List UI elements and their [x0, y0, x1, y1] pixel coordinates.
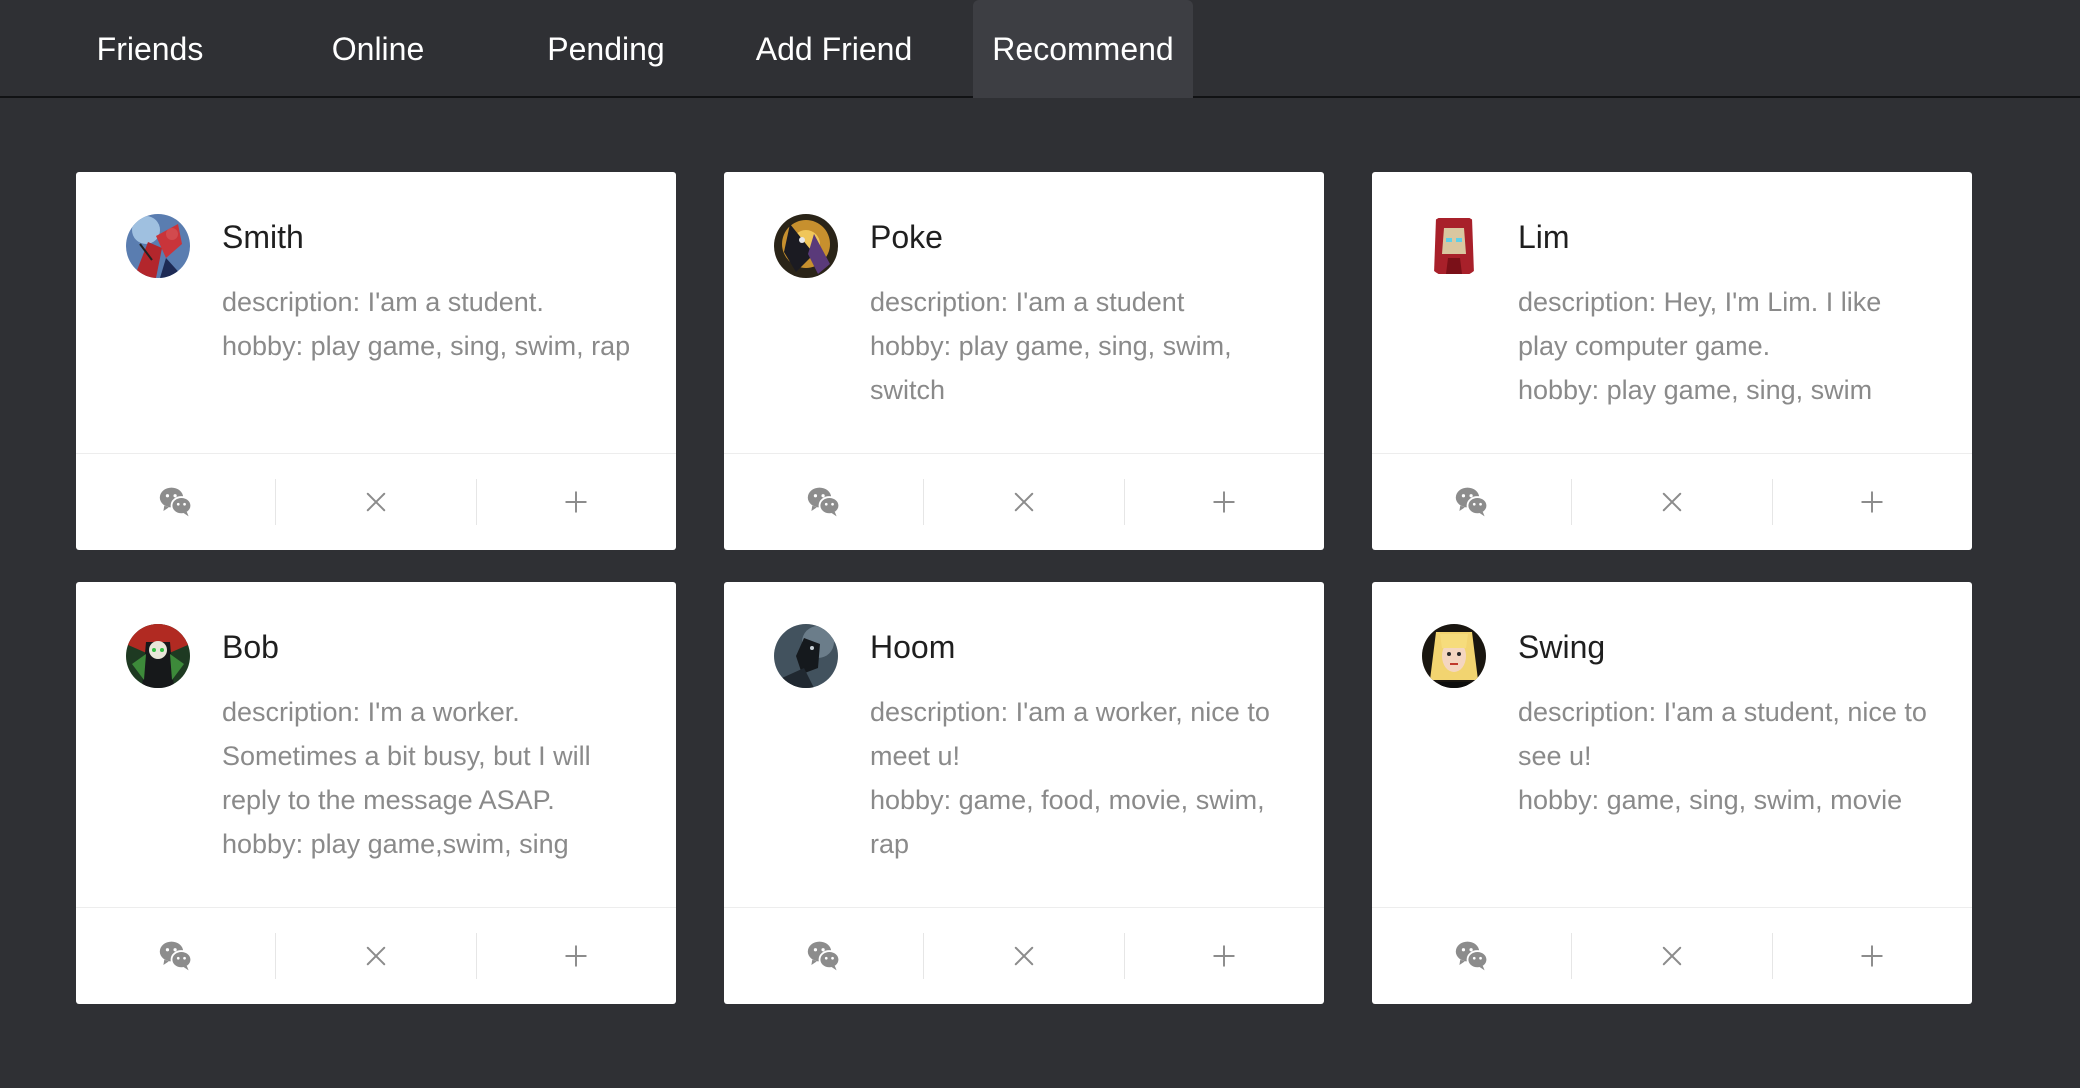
friend-card-swing: Swing description: I'am a student, nice …	[1372, 582, 1972, 1004]
friend-hobby: hobby: game, food, movie, swim, rap	[870, 785, 1265, 859]
add-friend-button[interactable]	[1773, 908, 1972, 1004]
card-actions	[724, 907, 1324, 1004]
add-friend-button[interactable]	[477, 454, 676, 550]
avatar-swing[interactable]	[1422, 624, 1486, 688]
friend-info: description: I'am a student. hobby: play…	[222, 280, 642, 368]
add-friend-button[interactable]	[1125, 908, 1324, 1004]
friend-name: Lim	[1518, 219, 1570, 255]
avatar-poke[interactable]	[774, 214, 838, 278]
plus-icon	[1209, 487, 1239, 517]
friend-card-bob: Bob description: I'm a worker. Sometimes…	[76, 582, 676, 1004]
add-friend-button[interactable]	[1773, 454, 1972, 550]
close-icon	[1009, 941, 1039, 971]
add-friend-button[interactable]	[477, 908, 676, 1004]
close-icon	[361, 941, 391, 971]
friend-name: Hoom	[870, 629, 956, 665]
friend-info: description: I'am a student hobby: play …	[870, 280, 1290, 412]
avatar-bob[interactable]	[126, 624, 190, 688]
dismiss-button[interactable]	[1572, 454, 1771, 550]
friend-card-poke: Poke description: I'am a student hobby: …	[724, 172, 1324, 550]
friend-hobby: hobby: game, sing, swim, movie	[1518, 785, 1903, 815]
friend-card-lim: Lim description: Hey, I'm Lim. I like pl…	[1372, 172, 1972, 550]
wechat-icon	[1454, 938, 1490, 974]
friend-name: Bob	[222, 629, 279, 665]
chat-button[interactable]	[724, 454, 923, 550]
friend-description: description: I'am a student	[870, 287, 1185, 317]
close-icon	[361, 487, 391, 517]
dismiss-button[interactable]	[1572, 908, 1771, 1004]
avatar-hoom[interactable]	[774, 624, 838, 688]
plus-icon	[561, 941, 591, 971]
friend-info: description: I'am a worker, nice to meet…	[870, 690, 1290, 866]
card-actions	[76, 907, 676, 1004]
friend-description: description: I'am a worker, nice to meet…	[870, 697, 1270, 771]
friend-description: description: I'am a student.	[222, 287, 544, 317]
card-actions	[724, 453, 1324, 550]
friend-card-smith: Smith description: I'am a student. hobby…	[76, 172, 676, 550]
plus-icon	[561, 487, 591, 517]
avatar-smith[interactable]	[126, 214, 190, 278]
plus-icon	[1857, 487, 1887, 517]
close-icon	[1657, 941, 1687, 971]
dismiss-button[interactable]	[924, 908, 1123, 1004]
tab-friends[interactable]: Friends	[74, 0, 226, 98]
chat-button[interactable]	[76, 908, 275, 1004]
friend-name: Poke	[870, 219, 943, 255]
wechat-icon	[1454, 484, 1490, 520]
card-actions	[1372, 907, 1972, 1004]
wechat-icon	[158, 484, 194, 520]
friend-hobby: hobby: play game, sing, swim, switch	[870, 331, 1232, 405]
friend-description: description: I'am a student, nice to see…	[1518, 697, 1927, 771]
tab-pending[interactable]: Pending	[530, 0, 682, 98]
tab-add-friend[interactable]: Add Friend	[740, 0, 928, 98]
close-icon	[1009, 487, 1039, 517]
friend-hobby: hobby: play game,swim, sing	[222, 829, 569, 859]
chat-button[interactable]	[724, 908, 923, 1004]
avatar-lim[interactable]	[1422, 214, 1486, 278]
friend-info: description: I'm a worker. Sometimes a b…	[222, 690, 642, 866]
friend-name: Smith	[222, 219, 304, 255]
friend-name: Swing	[1518, 629, 1606, 665]
chat-button[interactable]	[1372, 908, 1571, 1004]
add-friend-button[interactable]	[1125, 454, 1324, 550]
plus-icon	[1857, 941, 1887, 971]
chat-button[interactable]	[1372, 454, 1571, 550]
friend-hobby: hobby: play game, sing, swim, rap	[222, 331, 631, 361]
card-actions	[1372, 453, 1972, 550]
card-actions	[76, 453, 676, 550]
friend-hobby: hobby: play game, sing, swim	[1518, 375, 1873, 405]
tab-recommend[interactable]: Recommend	[973, 0, 1193, 98]
friend-description: description: Hey, I'm Lim. I like play c…	[1518, 287, 1882, 361]
chat-button[interactable]	[76, 454, 275, 550]
wechat-icon	[806, 484, 842, 520]
close-icon	[1657, 487, 1687, 517]
friend-info: description: I'am a student, nice to see…	[1518, 690, 1938, 822]
top-nav: Friends Online Pending Add Friend Recomm…	[0, 0, 2080, 98]
dismiss-button[interactable]	[276, 908, 475, 1004]
tab-online[interactable]: Online	[302, 0, 454, 98]
friend-card-hoom: Hoom description: I'am a worker, nice to…	[724, 582, 1324, 1004]
friend-description: description: I'm a worker. Sometimes a b…	[222, 697, 591, 815]
dismiss-button[interactable]	[276, 454, 475, 550]
wechat-icon	[158, 938, 194, 974]
wechat-icon	[806, 938, 842, 974]
plus-icon	[1209, 941, 1239, 971]
dismiss-button[interactable]	[924, 454, 1123, 550]
friend-info: description: Hey, I'm Lim. I like play c…	[1518, 280, 1938, 412]
